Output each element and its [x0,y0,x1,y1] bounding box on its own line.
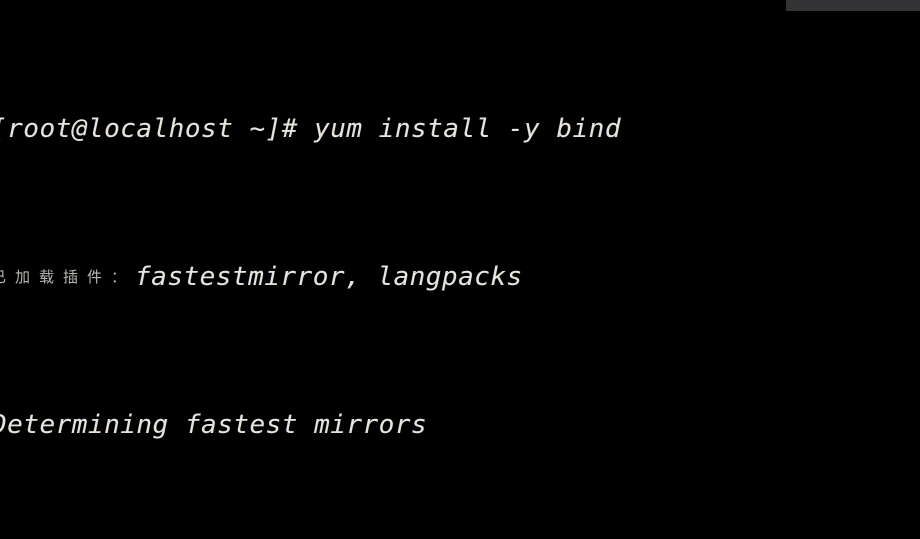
terminal-window[interactable]: [root@localhost ~]# yum install -y bind … [0,0,920,539]
terminal-loaded-plugins-line: 已加载插件：fastestmirror, langpacks [0,259,920,296]
loaded-plugins-label: 已加载插件： [0,268,136,286]
terminal-line-determining-mirrors: Determining fastest mirrors [0,407,920,444]
loaded-plugins-value: fastestmirror, langpacks [135,262,523,292]
terminal-prompt-line: [root@localhost ~]# yum install -y bind [0,111,920,148]
terminal-line-text: Determining fastest mirrors [0,410,428,440]
prompt-command-text: [root@localhost ~]# yum install -y bind [0,114,621,144]
terminal-output[interactable]: [root@localhost ~]# yum install -y bind … [0,0,920,539]
